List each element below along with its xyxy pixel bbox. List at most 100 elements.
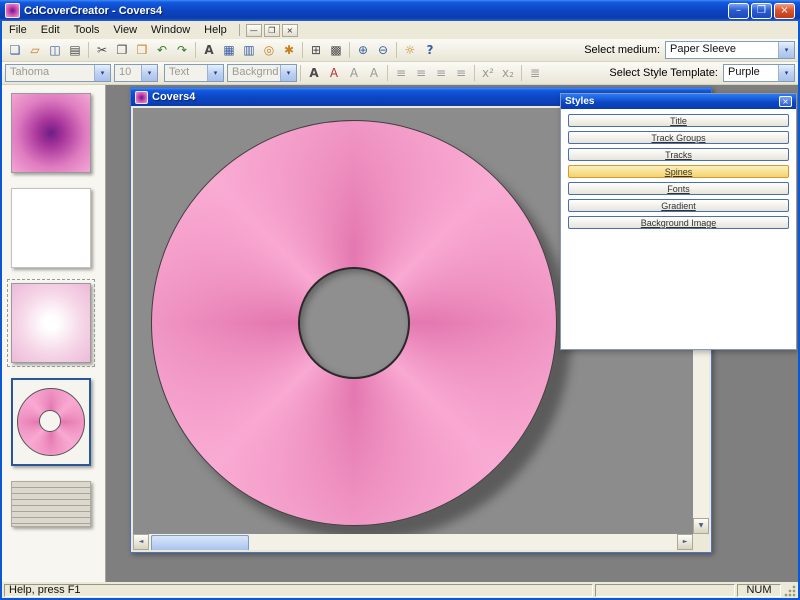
new-document-icon[interactable]: ❏ (5, 40, 25, 60)
toolbar-separator (88, 42, 89, 58)
window-title: CdCoverCreator - Covers4 (24, 4, 163, 17)
window-controls: – ❐ × (728, 2, 795, 19)
style-button-gradient[interactable]: Gradient (568, 199, 789, 212)
font-color-icon[interactable]: A (324, 63, 344, 83)
style-button-title[interactable]: Title (568, 114, 789, 127)
format-toolbar: Tahoma ▾ 10 ▾ Text ▾ Backgrnd ▾ A A A A … (2, 62, 798, 85)
style-button-spines[interactable]: Spines (568, 165, 789, 178)
thumbnail-back-cover[interactable] (7, 279, 95, 367)
style-button-background-image[interactable]: Background Image (568, 216, 789, 229)
font-size-select[interactable]: 10 ▾ (114, 64, 158, 82)
menu-separator (238, 24, 240, 36)
text-color-select[interactable]: Text ▾ (164, 64, 224, 82)
status-num-indicator: NUM (737, 583, 781, 597)
menu-bar: File Edit Tools View Window Help — ❐ × (2, 21, 798, 39)
horizontal-scrollbar[interactable]: ◄ ► (133, 534, 693, 550)
image-icon[interactable]: ▦ (219, 40, 239, 60)
window-titlebar: CdCoverCreator - Covers4 – ❐ × (0, 0, 800, 21)
list-icon[interactable]: ≣ (525, 63, 545, 83)
styles-close-icon[interactable]: × (779, 96, 792, 107)
style-template-select[interactable]: Purple ▾ (723, 64, 795, 82)
paste-icon[interactable]: ❒ (132, 40, 152, 60)
medium-select[interactable]: Paper Sleeve ▾ (665, 41, 795, 59)
table-icon[interactable]: ▥ (239, 40, 259, 60)
toolbar-separator (300, 65, 301, 81)
mdi-close-button[interactable]: × (281, 23, 298, 37)
menu-window[interactable]: Window (144, 22, 197, 38)
mini-disc-preview (17, 388, 85, 456)
main-toolbar: ❏ ▱ ◫ ▤ ✂ ❐ ❒ ↶ ↷ A ▦ ▥ ◎ ✱ ⊞ ▩ ⊕ ⊖ ☼ ? … (2, 39, 798, 62)
chevron-down-icon[interactable]: ▾ (141, 65, 157, 81)
thumbnail-tracklist[interactable] (11, 481, 91, 527)
chart-icon[interactable]: ▩ (326, 40, 346, 60)
save-icon[interactable]: ◫ (45, 40, 65, 60)
chevron-down-icon[interactable]: ▾ (778, 65, 794, 81)
toolbar-separator (387, 65, 388, 81)
minimize-button[interactable]: – (728, 2, 749, 19)
cd-icon[interactable]: ◎ (259, 40, 279, 60)
font-name-select[interactable]: Tahoma ▾ (5, 64, 111, 82)
undo-icon[interactable]: ↶ (152, 40, 172, 60)
align-center-icon[interactable]: ≡ (411, 63, 431, 83)
style-template-label: Select Style Template: (609, 67, 718, 79)
subscript-icon[interactable]: x₂ (498, 63, 518, 83)
thumbnail-cd-label-selected[interactable] (11, 378, 91, 466)
chevron-down-icon[interactable]: ▾ (778, 42, 794, 58)
zoom-in-icon[interactable]: ⊕ (353, 40, 373, 60)
grid-icon[interactable]: ⊞ (306, 40, 326, 60)
help-icon[interactable]: ? (420, 40, 440, 60)
print-icon[interactable]: ▤ (65, 40, 85, 60)
toolbar-separator (349, 42, 350, 58)
tip-icon[interactable]: ☼ (400, 40, 420, 60)
menu-edit[interactable]: Edit (34, 22, 67, 38)
align-justify-icon[interactable]: ≡ (451, 63, 471, 83)
style-button-track-groups[interactable]: Track Groups (568, 131, 789, 144)
styles-palette-titlebar[interactable]: Styles × (561, 94, 796, 109)
bold-icon[interactable]: A (304, 63, 324, 83)
zoom-out-icon[interactable]: ⊖ (373, 40, 393, 60)
cd-center-hole (298, 267, 410, 379)
cut-icon[interactable]: ✂ (92, 40, 112, 60)
font-decrease-icon[interactable]: A (364, 63, 384, 83)
style-button-fonts[interactable]: Fonts (568, 182, 789, 195)
resize-grip[interactable] (783, 583, 796, 597)
font-name-value: Tahoma (10, 66, 50, 78)
document-icon (135, 90, 148, 104)
close-button[interactable]: × (774, 2, 795, 19)
chevron-down-icon[interactable]: ▾ (207, 65, 223, 81)
maximize-button[interactable]: ❐ (751, 2, 772, 19)
superscript-icon[interactable]: x² (478, 63, 498, 83)
menu-file[interactable]: File (2, 22, 34, 38)
toolbar-separator (195, 42, 196, 58)
chevron-down-icon[interactable]: ▾ (94, 65, 110, 81)
scroll-left-icon[interactable]: ◄ (133, 534, 149, 550)
thumbnail-front-cover[interactable] (11, 93, 91, 173)
mdi-workspace: Covers4 ▲ ▼ ◄ ► (106, 85, 798, 582)
styles-button-list: Title Track Groups Tracks Spines Fonts G… (561, 109, 796, 234)
wizard-icon[interactable]: ✱ (279, 40, 299, 60)
mdi-restore-button[interactable]: ❐ (263, 23, 280, 37)
copy-icon[interactable]: ❐ (112, 40, 132, 60)
open-folder-icon[interactable]: ▱ (25, 40, 45, 60)
text-tool-icon[interactable]: A (199, 40, 219, 60)
font-size-value: 10 (119, 66, 132, 78)
scroll-down-icon[interactable]: ▼ (693, 518, 709, 534)
align-right-icon[interactable]: ≡ (431, 63, 451, 83)
scroll-right-icon[interactable]: ► (677, 534, 693, 550)
style-button-tracks[interactable]: Tracks (568, 148, 789, 161)
redo-icon[interactable]: ↷ (172, 40, 192, 60)
font-increase-icon[interactable]: A (344, 63, 364, 83)
menu-view[interactable]: View (106, 22, 144, 38)
scrollbar-corner (693, 534, 709, 550)
background-color-select[interactable]: Backgrnd ▾ (227, 64, 297, 82)
cd-disc-artwork[interactable] (151, 120, 557, 526)
chevron-down-icon[interactable]: ▾ (280, 65, 296, 81)
menu-tools[interactable]: Tools (67, 22, 107, 38)
status-empty-panel (595, 583, 735, 597)
horizontal-scroll-thumb[interactable] (151, 535, 249, 550)
menu-help[interactable]: Help (197, 22, 234, 38)
thumbnail-inside-cover[interactable] (11, 188, 91, 268)
align-left-icon[interactable]: ≡ (391, 63, 411, 83)
styles-palette[interactable]: Styles × Title Track Groups Tracks Spine… (560, 93, 797, 350)
mdi-minimize-button[interactable]: — (245, 23, 262, 37)
